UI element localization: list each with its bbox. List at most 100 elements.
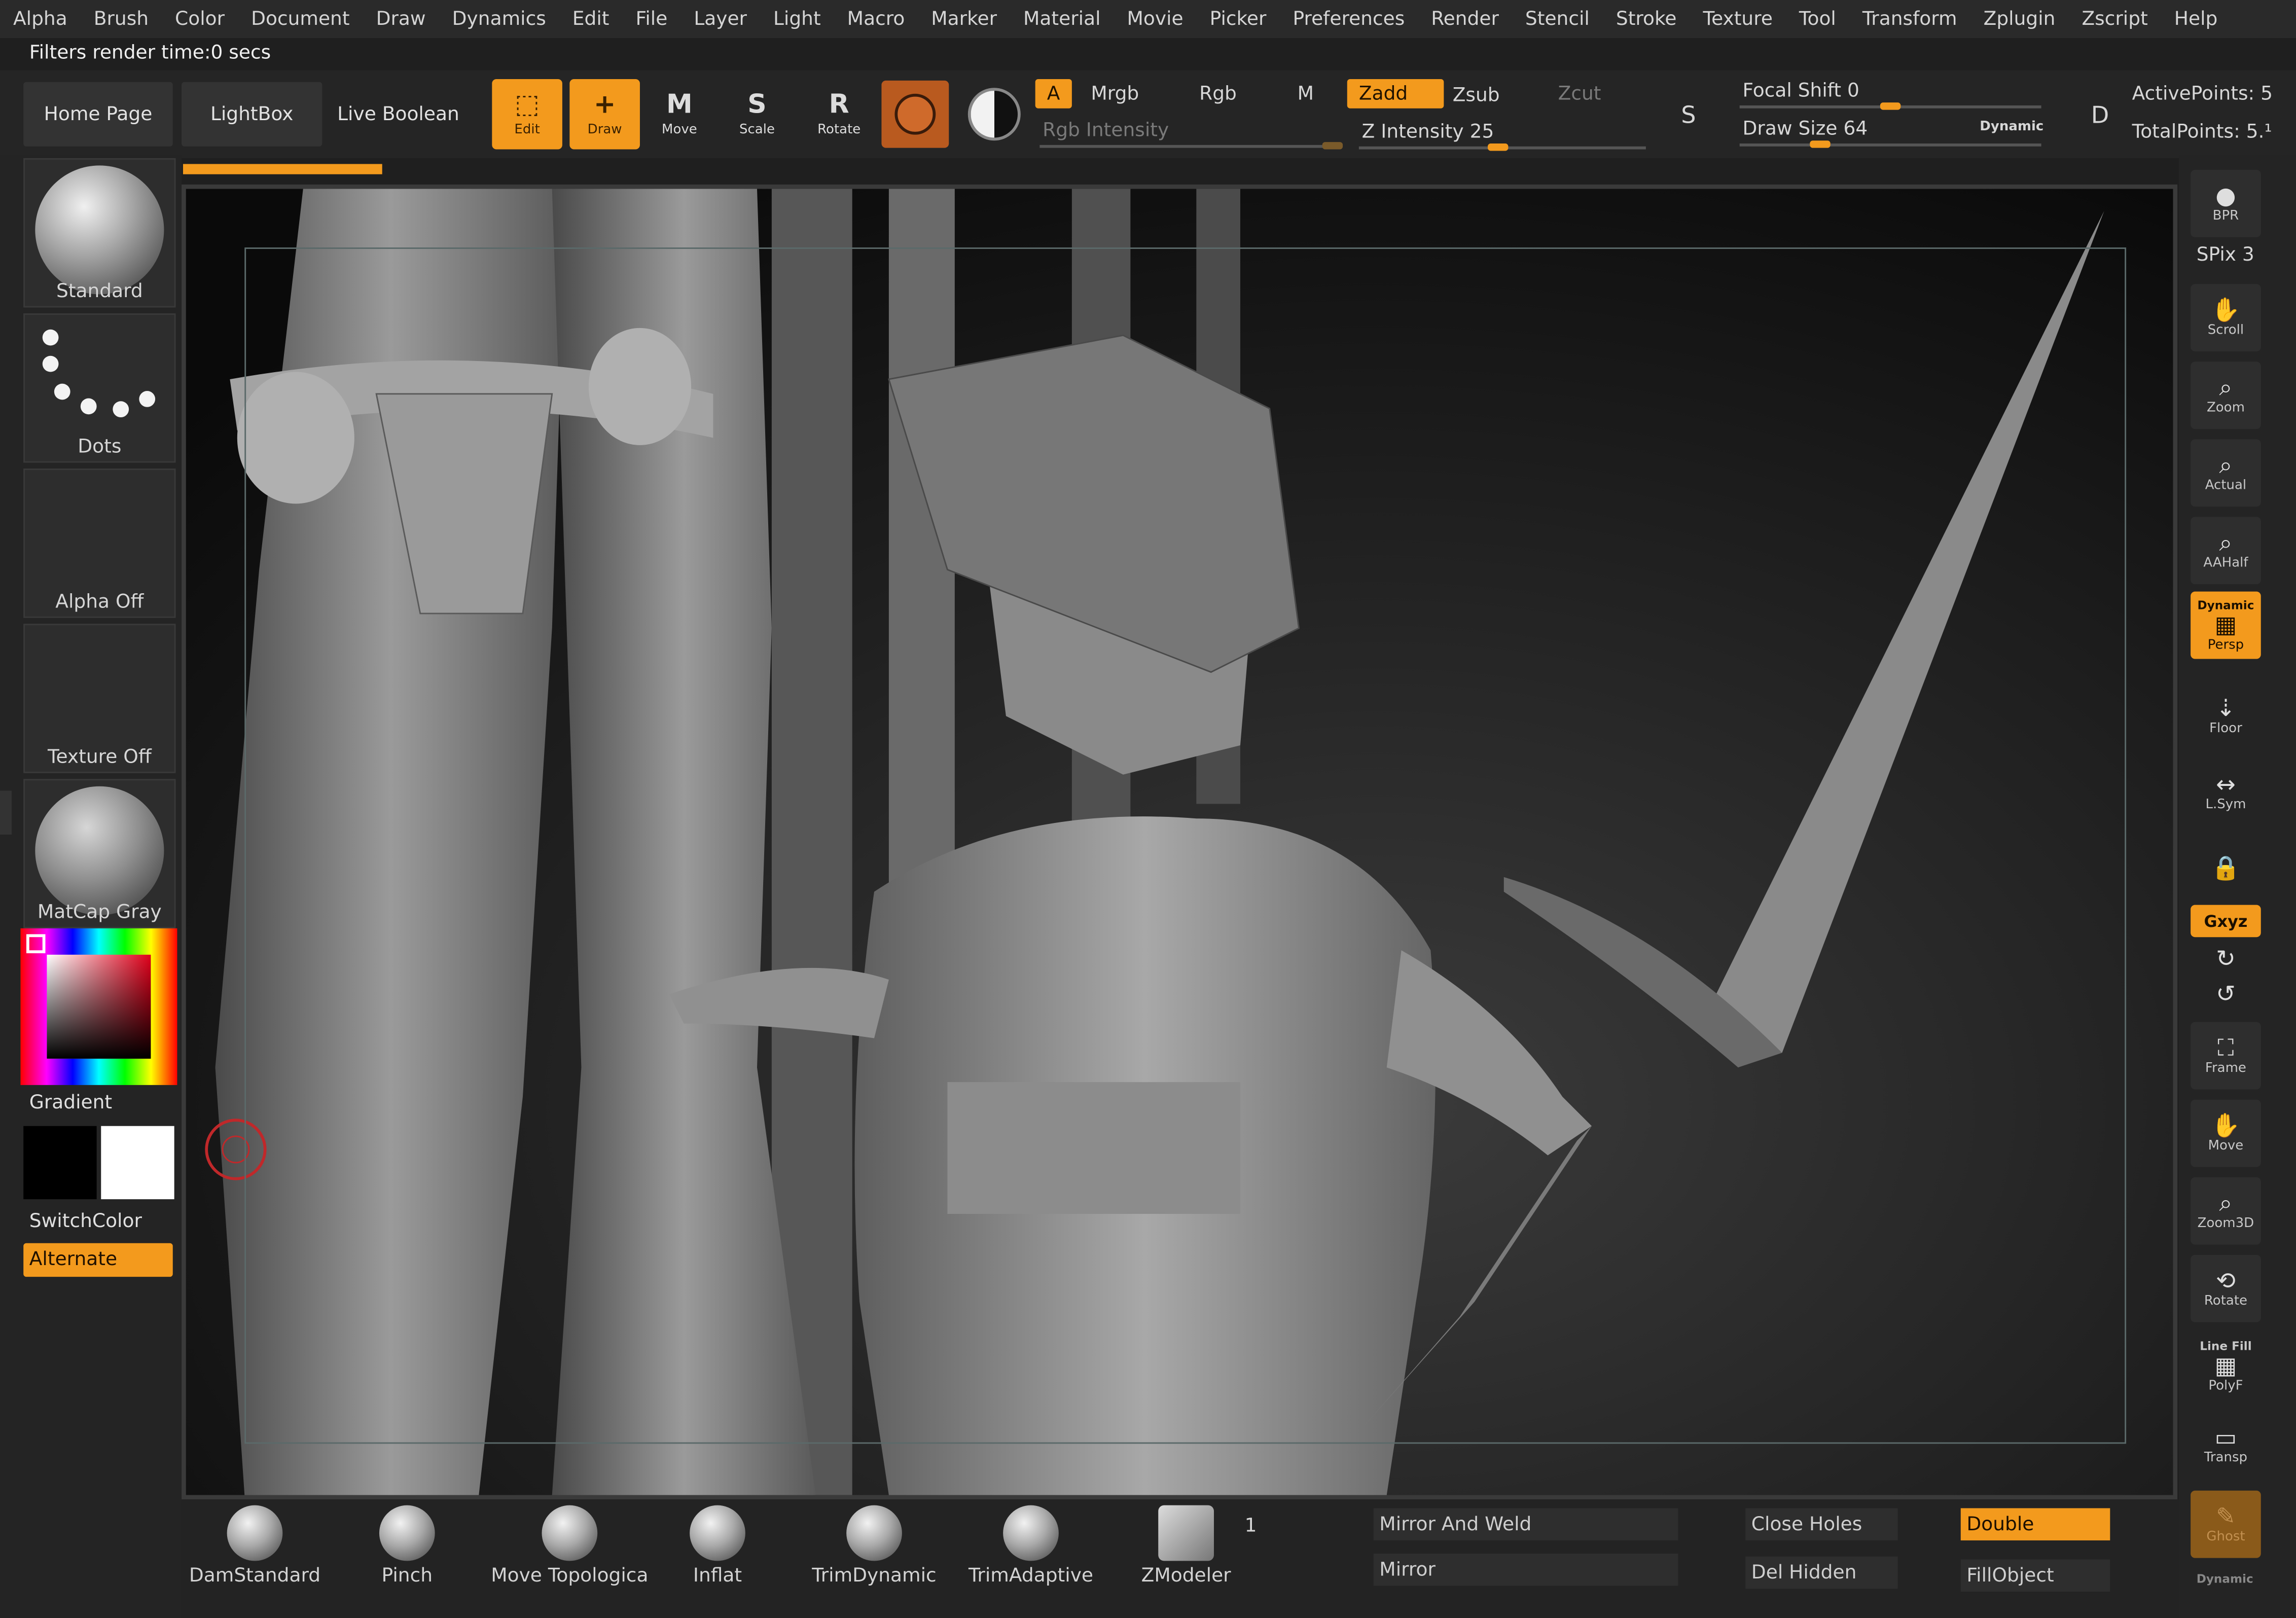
material-slot[interactable]: MatCap Gray — [23, 779, 176, 928]
zcut-button[interactable]: Zcut — [1547, 79, 1613, 109]
zadd-button[interactable]: Zadd — [1347, 79, 1444, 109]
alpha-slot[interactable]: Alpha Off — [23, 469, 176, 618]
gradient-label[interactable]: Gradient — [29, 1092, 112, 1114]
d-pivot-icon[interactable]: D — [2079, 99, 2121, 129]
bpr-button[interactable]: ● BPR — [2191, 169, 2261, 237]
color-picker-field[interactable] — [47, 954, 151, 1059]
menu-tool[interactable]: Tool — [1786, 8, 1849, 30]
inflat-brush[interactable]: Inflat — [644, 1505, 791, 1587]
focal-shift-slider-label[interactable]: Focal Shift 0 — [1731, 76, 1871, 105]
switch-color-button[interactable]: SwitchColor — [29, 1211, 142, 1233]
menu-preferences[interactable]: Preferences — [1279, 8, 1418, 30]
menu-material[interactable]: Material — [1010, 8, 1114, 30]
polyf-button[interactable]: Line Fill ▦ PolyF — [2191, 1333, 2261, 1400]
focal-shift-knob[interactable] — [1880, 102, 1901, 110]
primary-color-swatch[interactable] — [23, 1126, 97, 1200]
z-intensity-knob[interactable] — [1488, 143, 1509, 151]
menu-help[interactable]: Help — [2161, 8, 2231, 30]
zsub-button[interactable]: Zsub — [1441, 81, 1512, 110]
draw-button[interactable]: + Draw — [569, 79, 640, 150]
edit-button[interactable]: ⬚ Edit — [492, 79, 562, 150]
lightbox-button[interactable]: LightBox — [182, 82, 322, 147]
del-hidden-button[interactable]: Del Hidden — [1745, 1556, 1898, 1589]
trimdynamic-brush[interactable]: TrimDynamic — [801, 1505, 948, 1587]
move-topological-brush[interactable]: Move Topologica — [489, 1505, 651, 1587]
rotate-y-button[interactable]: ↻ — [2191, 943, 2261, 976]
close-holes-button[interactable]: Close Holes — [1745, 1508, 1898, 1540]
damstandard-brush[interactable]: DamStandard — [182, 1505, 328, 1587]
menu-marker[interactable]: Marker — [918, 8, 1010, 30]
menu-color[interactable]: Color — [162, 8, 238, 30]
rgb-button[interactable]: Rgb — [1188, 79, 1248, 109]
menu-texture[interactable]: Texture — [1690, 8, 1786, 30]
persp-button[interactable]: Dynamic ▦ Persp — [2191, 591, 2261, 659]
canvas-viewport[interactable] — [182, 184, 2178, 1500]
menu-draw[interactable]: Draw — [363, 8, 439, 30]
scroll-button[interactable]: ✋ Scroll — [2191, 284, 2261, 352]
spix-slider[interactable]: SPix 3 — [2185, 240, 2266, 270]
menu-light[interactable]: Light — [760, 8, 834, 30]
rgb-intensity-slider[interactable] — [1039, 145, 1342, 148]
menu-movie[interactable]: Movie — [1114, 8, 1197, 30]
dynamic-toggle[interactable]: Dynamic — [1968, 113, 2055, 142]
menu-transform[interactable]: Transform — [1849, 8, 1970, 30]
rotate-button[interactable]: R Rotate — [804, 79, 874, 150]
floor-button[interactable]: ⇣ Floor — [2191, 682, 2261, 750]
alternate-button[interactable]: Alternate — [23, 1243, 173, 1277]
secondary-color-swatch[interactable] — [101, 1126, 174, 1200]
ghost-button[interactable]: ✎ Ghost — [2191, 1490, 2261, 1558]
rotate-view-button[interactable]: ⟲ Rotate — [2191, 1254, 2261, 1322]
a-channel-button[interactable]: A — [1035, 79, 1072, 109]
menu-layer[interactable]: Layer — [680, 8, 760, 30]
menu-render[interactable]: Render — [1418, 8, 1512, 30]
yin-yang-icon[interactable] — [967, 88, 1021, 141]
menu-picker[interactable]: Picker — [1197, 8, 1280, 30]
lock-button[interactable]: 🔒 — [2191, 835, 2261, 902]
draw-size-slider-label[interactable]: Draw Size 64 — [1731, 114, 1879, 143]
menu-brush[interactable]: Brush — [81, 8, 162, 30]
stroke-dots-slot[interactable]: Dots — [23, 313, 176, 463]
double-button[interactable]: Double — [1960, 1508, 2110, 1540]
zoom3d-button[interactable]: ⌕ Zoom3D — [2191, 1177, 2261, 1245]
m-button[interactable]: M — [1285, 79, 1325, 109]
rgb-intensity-knob[interactable] — [1322, 142, 1343, 150]
pinch-brush[interactable]: Pinch — [334, 1505, 480, 1587]
draw-size-slider[interactable] — [1739, 143, 2041, 147]
menu-alpha[interactable]: Alpha — [0, 8, 81, 30]
menu-stroke[interactable]: Stroke — [1603, 8, 1690, 30]
menu-document[interactable]: Document — [238, 8, 363, 30]
mrgb-button[interactable]: Mrgb — [1079, 79, 1151, 109]
menu-file[interactable]: File — [622, 8, 680, 30]
trimadaptive-brush[interactable]: TrimAdaptive — [958, 1505, 1104, 1587]
draw-size-knob[interactable] — [1810, 140, 1831, 148]
move-view-button[interactable]: ✋ Move — [2191, 1099, 2261, 1167]
standard-brush-slot[interactable]: Standard — [23, 158, 176, 308]
z-intensity-slider-label[interactable]: Z Intensity 25 — [1350, 117, 1506, 147]
aahalf-button[interactable]: ⌕ AAHalf — [2191, 517, 2261, 585]
s-pivot-icon[interactable]: S — [1669, 99, 1708, 129]
menu-zscript[interactable]: Zscript — [2068, 8, 2161, 30]
menu-zplugin[interactable]: Zplugin — [1970, 8, 2069, 30]
live-boolean-button[interactable]: Live Boolean — [331, 82, 466, 147]
fill-object-button[interactable]: FillObject — [1960, 1559, 2110, 1592]
color-picker-handle[interactable] — [26, 934, 46, 953]
rotate-z-button[interactable]: ↺ — [2191, 978, 2261, 1011]
zoom-button[interactable]: ⌕ Zoom — [2191, 362, 2261, 429]
texture-slot[interactable]: Texture Off — [23, 624, 176, 773]
actual-button[interactable]: ⌕ Actual — [2191, 439, 2261, 507]
move-button[interactable]: M Move — [644, 79, 715, 150]
menu-edit[interactable]: Edit — [559, 8, 623, 30]
menu-macro[interactable]: Macro — [834, 8, 918, 30]
home-page-button[interactable]: Home Page — [23, 82, 173, 147]
material-swatch-button[interactable] — [881, 80, 949, 148]
left-shelf-collapse-handle[interactable] — [0, 790, 12, 835]
lsym-button[interactable]: ↔ L.Sym — [2191, 759, 2261, 826]
scale-button[interactable]: S Scale — [722, 79, 793, 150]
menu-stencil[interactable]: Stencil — [1512, 8, 1603, 30]
rgb-intensity-slider-label[interactable]: Rgb Intensity — [1031, 116, 1180, 145]
color-picker[interactable] — [20, 928, 177, 1085]
menu-dynamics[interactable]: Dynamics — [439, 8, 559, 30]
mirror-button[interactable]: Mirror — [1373, 1553, 1678, 1586]
transp-button[interactable]: ▭ Transp — [2191, 1412, 2261, 1479]
frame-button[interactable]: ⛶ Frame — [2191, 1022, 2261, 1090]
